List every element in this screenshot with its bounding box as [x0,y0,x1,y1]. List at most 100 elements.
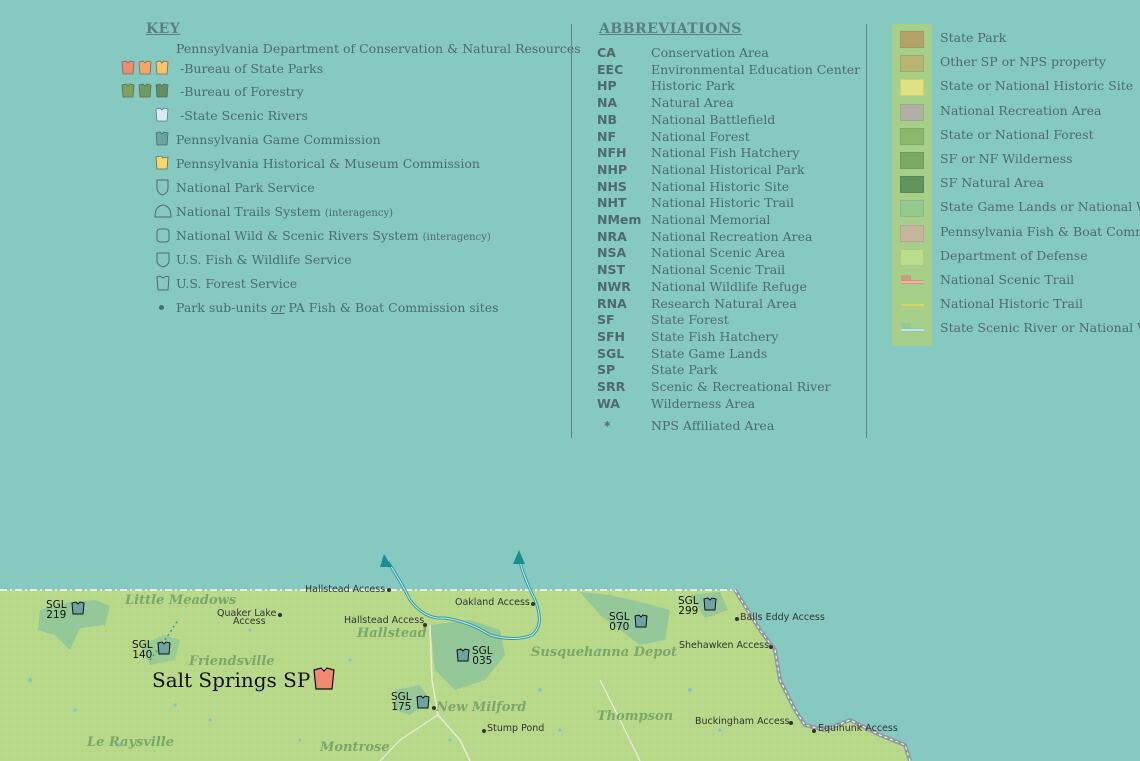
abbr-code: NHS [597,178,627,194]
abbr-code: NA [597,95,618,111]
legend-label: National Historic Trail [940,296,1083,312]
key-usfs: U.S. Forest Service [176,276,298,291]
abbr-definition: National Recreation Area [651,228,813,244]
sgl-070-label[interactable]: SGL 070 [609,612,630,633]
abbr-code: SF [597,312,615,328]
abbr-code: NRA [597,228,627,244]
usfs-shield-icon [154,274,172,296]
historical-commission-icon [154,154,172,176]
legend-label: Other SP or NPS property [940,54,1106,70]
place-quaker-lake-2: Access [233,616,266,627]
abbr-definition: National Memorial [651,212,771,227]
town-montrose: Montrose [320,740,390,755]
legend-label: Pennsylvania Fish & Boat Commis [940,223,1140,239]
abbr-code: HP [597,78,617,94]
sgl-175-label[interactable]: SGL 175 [391,692,412,713]
sgl-140-label[interactable]: SGL 140 [132,640,153,661]
abbr-code: SGL [597,345,625,361]
key-forestry: -Bureau of Forestry [180,84,304,99]
key-trails-label: National Trails System [176,204,321,219]
sgl-035-l2: 035 [472,655,493,667]
place-equinunk: Equinunk Access [818,723,898,734]
legend-swatch [900,273,924,288]
abbr-code: NST [597,262,625,278]
town-hallstead: Hallstead [357,626,427,641]
abbr-definition: Environmental Education Center [651,61,861,77]
town-new-milford: New Milford [436,700,527,715]
abbr-definition: State Forest [651,312,729,328]
key-scenic-rivers: -State Scenic Rivers [180,108,308,123]
abbr-definition: National Historic Trail [651,195,794,211]
key-wild-rivers: National Wild & Scenic Rivers System (in… [176,228,491,243]
abbr-definition: Conservation Area [651,45,769,60]
abbr-code: WA [597,395,620,411]
legend-label: SF or NF Wilderness [940,151,1073,166]
abbr-code: NSA [597,245,627,261]
divider-right [866,24,867,438]
abbr-definition: National Battlefield [651,111,776,127]
legend-label: Department of Defense [940,247,1088,263]
divider-left [571,24,572,438]
sgl-035-keystone-icon [456,647,470,666]
key-subunits-or: or [271,300,285,315]
legend-label: State or National Historic Site [940,78,1134,94]
fws-shield-icon [154,250,172,272]
sgl-299-label[interactable]: SGL 299 [678,596,699,617]
legend-swatch [900,152,924,169]
key-subunits: Park sub-units or PA Fish & Boat Commiss… [176,300,499,315]
wild-scenic-rivers-icon [154,226,172,248]
key-trails-note: (interagency) [324,208,393,219]
trails-system-icon [153,202,173,224]
key-dcnr: Pennsylvania Department of Conservation … [176,41,581,56]
key-wild-rivers-note: (interagency) [422,232,491,243]
legend-label: State or National Forest [940,126,1094,142]
place-balls-eddy: Balls Eddy Access [740,612,825,623]
abbr-definition: NPS Affiliated Area [651,418,775,434]
abbr-definition: Natural Area [651,95,734,111]
abbr-code: CA [597,45,616,60]
abbr-code: SRR [597,379,626,394]
key-trails: National Trails System (interagency) [176,204,393,219]
abbr-code: RNA [597,295,627,311]
town-susquehanna-depot: Susquehanna Depot [531,645,678,660]
legend-swatch [900,103,924,121]
legend-swatch [900,321,924,336]
legend-swatch [900,31,924,48]
abbr-definition: State Fish Hatchery [651,328,779,344]
abbr-code: SP [597,362,616,378]
subunit-dot-icon [159,305,164,310]
place-hallstead-access: Hallstead Access [305,584,386,595]
place-oakland-access: Oakland Access [455,597,530,608]
legend-label: State Park [940,30,1007,45]
abbr-code: SFH [597,328,626,344]
key-fws: U.S. Fish & Wildlife Service [176,252,352,267]
sgl-219-label[interactable]: SGL 219 [46,600,67,621]
legend-swatch [900,55,924,73]
abbr-definition: National Fish Hatchery [651,145,800,161]
abbr-code: NB [597,111,617,127]
abbr-code: NHP [597,161,628,177]
legend-label: National Recreation Area [940,102,1102,118]
abbr-definition: Scenic & Recreational River [651,379,831,394]
abbreviations-title: ABBREVIATIONS [599,21,742,37]
legend-swatch [900,176,924,194]
scenic-river-icon [154,106,172,128]
abbr-code: NHT [597,195,627,211]
nps-arrowhead-icon [154,178,172,200]
legend-label: National Scenic Trail [940,272,1075,287]
sgl-035-label[interactable]: SGL 035 [472,646,493,667]
legend-swatch [900,297,924,312]
key-state-parks: -Bureau of State Parks [180,61,324,76]
state-parks-icon [120,59,174,81]
abbr-definition: National Historical Park [651,161,805,177]
abbr-definition: Historic Park [651,78,735,94]
salt-springs-sp-label[interactable]: Salt Springs SP [152,668,310,692]
abbr-definition: State Park [651,362,718,378]
place-stump-pond: Stump Pond [487,723,545,734]
abbr-definition: National Scenic Area [651,245,786,261]
key-wild-rivers-label: National Wild & Scenic Rivers System [176,228,419,243]
state-park-keystone-icon[interactable] [312,667,336,695]
abbr-code: NMem [597,212,642,227]
abbr-code: * [604,418,611,434]
town-le-raysville: Le Raysville [87,735,174,750]
